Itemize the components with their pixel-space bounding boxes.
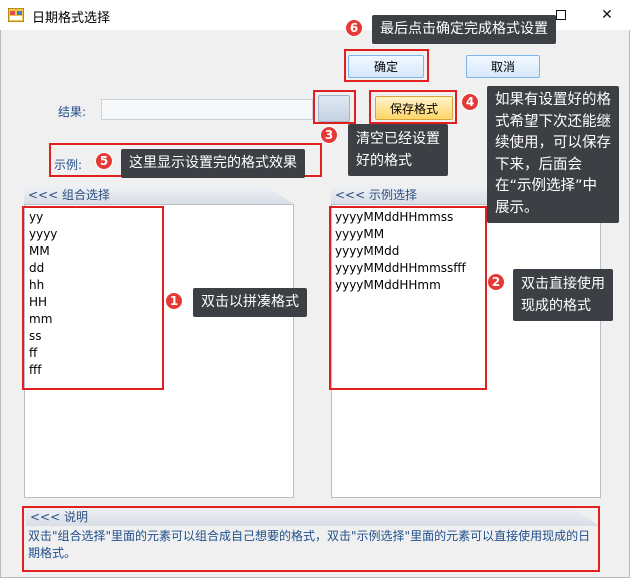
combo-panel-title: <<< 组合选择	[28, 188, 110, 202]
list-item[interactable]: fff	[29, 363, 42, 377]
annotation-tip-3-line1: 清空已经设置	[356, 131, 440, 147]
annotation-tip-4-line6: 展示。	[495, 199, 539, 216]
annotation-tip-2-line2: 现成的格式	[521, 298, 591, 314]
list-item[interactable]: ss	[29, 329, 42, 343]
app-icon	[7, 7, 25, 23]
annotation-tip-4: 如果有设置好的格 式希望下次还能继 续使用，可以保存 下来，后面会 在“示例选择…	[487, 86, 619, 223]
result-input[interactable]	[101, 99, 313, 120]
list-item[interactable]: MM	[29, 244, 50, 258]
example-label: 示例:	[54, 158, 83, 172]
list-item[interactable]: yyyyMMddHHmm	[335, 278, 441, 292]
list-item[interactable]: HH	[29, 295, 47, 309]
description-title: <<< 说明	[30, 510, 88, 524]
list-item[interactable]: yyyyMM	[335, 227, 384, 241]
annotation-tip-6: 最后点击确定完成格式设置	[372, 15, 556, 44]
annotation-tip-2: 双击直接使用 现成的格式	[513, 269, 613, 321]
annotation-tip-3: 清空已经设置 好的格式	[348, 124, 448, 176]
cancel-button[interactable]: 取消	[466, 55, 540, 78]
annotation-tip-4-line1: 如果有设置好的格	[495, 92, 611, 108]
annotation-tip-1: 双击以拼凑格式	[193, 288, 307, 317]
list-item[interactable]: dd	[29, 261, 44, 275]
annotation-tip-4-line5: 在“示例选择”中	[495, 178, 598, 194]
maximize-icon	[556, 10, 566, 20]
list-item[interactable]: mm	[29, 312, 52, 326]
confirm-button[interactable]: 确定	[348, 55, 424, 78]
annotation-tip-2-line1: 双击直接使用	[521, 276, 605, 292]
combo-panel-header: <<< 组合选择	[24, 186, 294, 204]
list-item[interactable]: yyyyMMddHHmmssfff	[335, 261, 466, 275]
header-corner-decoration	[266, 186, 294, 204]
list-item[interactable]: yyyyMMdd	[335, 244, 399, 258]
annotation-tip-4-line3: 续使用，可以保存	[495, 135, 611, 151]
clear-button[interactable]	[318, 95, 350, 122]
description-text: 双击"组合选择"里面的元素可以组合成自己想要的格式，双击"示例选择"里面的元素可…	[28, 529, 591, 560]
list-item[interactable]: yyyyMMddHHmmss	[335, 210, 453, 224]
annotation-tip-4-line2: 式希望下次还能继	[495, 113, 611, 130]
annotation-tip-5: 这里显示设置完的格式效果	[121, 149, 305, 178]
result-label: 结果:	[58, 105, 87, 119]
annotation-badge-6: 6	[345, 19, 363, 37]
list-item[interactable]: ff	[29, 346, 37, 360]
list-item[interactable]: yyyy	[29, 227, 57, 241]
annotation-badge-3: 3	[320, 126, 338, 144]
combo-list[interactable]	[24, 204, 294, 498]
close-icon: ✕	[601, 7, 613, 23]
annotation-tip-3-line2: 好的格式	[356, 153, 412, 169]
annotation-tip-4-line4: 下来，后面会	[495, 156, 582, 173]
list-item[interactable]: yy	[29, 210, 43, 224]
window-title: 日期格式选择	[32, 11, 111, 26]
list-item[interactable]: hh	[29, 278, 44, 292]
annotation-badge-5: 5	[95, 152, 113, 170]
close-button[interactable]: ✕	[584, 0, 630, 30]
annotation-badge-2: 2	[487, 273, 505, 291]
header-corner-decoration	[572, 508, 600, 526]
description-header: <<< 说明	[26, 508, 600, 526]
annotation-badge-1: 1	[165, 292, 183, 310]
sample-panel-title: <<< 示例选择	[335, 188, 417, 202]
annotation-badge-4: 4	[461, 93, 479, 111]
save-format-button[interactable]: 保存格式	[375, 96, 453, 120]
